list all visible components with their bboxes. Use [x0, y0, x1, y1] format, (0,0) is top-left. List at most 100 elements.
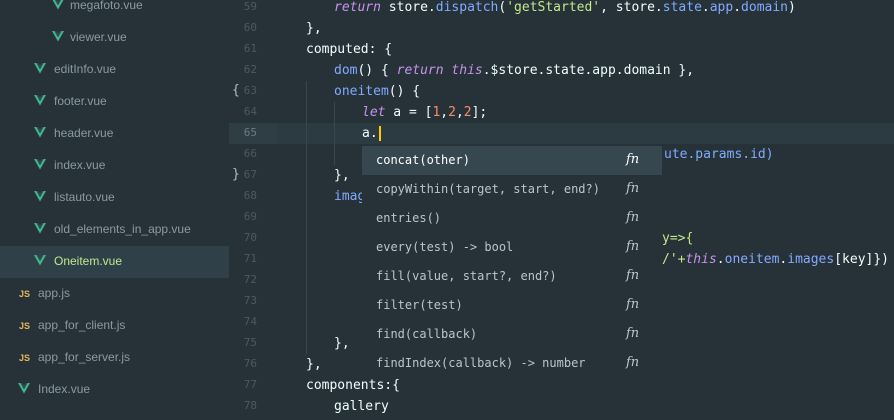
autocomplete-item[interactable]: concat(other) fn: [362, 146, 662, 175]
tree-item-label: old_elements_in_app.vue: [54, 222, 191, 236]
line-number: 78: [243, 399, 257, 412]
autocomplete-label: filter(test): [376, 298, 463, 312]
tree-item-label: footer.vue: [54, 94, 107, 108]
tree-item-footer[interactable]: footer.vue: [0, 86, 229, 118]
line-number: 66: [243, 147, 257, 160]
autocomplete-item[interactable]: filter(test) fn: [362, 291, 662, 320]
code-line-70-tail: y=>{: [662, 231, 694, 246]
editor-window: megafoto.vue viewer.vue editInfo.vue foo…: [0, 0, 894, 420]
line-number: 68: [243, 189, 257, 202]
line-number: 61: [243, 42, 257, 55]
vue-file-icon: [34, 95, 46, 106]
code-line-78: gallery: [334, 399, 389, 414]
vue-file-icon: [34, 159, 46, 170]
tree-item-header[interactable]: header.vue: [0, 118, 229, 150]
vue-file-icon: [34, 63, 46, 74]
tree-item-label: Oneitem.vue: [54, 254, 123, 268]
autocomplete-label: find(callback): [376, 327, 478, 341]
tree-item-index[interactable]: index.vue: [0, 150, 229, 182]
code-line-71-tail: /'+this.oneitem.images[key]}): [662, 252, 890, 267]
tree-item-app-for-server[interactable]: JS app_for_server.js: [0, 342, 229, 374]
code-line-61: computed: {: [306, 42, 393, 57]
autocomplete-item[interactable]: findIndex(callback) -> number fn: [362, 349, 662, 378]
line-number: 60: [243, 21, 257, 34]
autocomplete-label: concat(other): [376, 153, 470, 167]
code-line-60: },: [306, 21, 322, 36]
autocomplete-item[interactable]: entries() fn: [362, 204, 662, 233]
fold-marker-open[interactable]: {: [232, 83, 240, 98]
line-number: 69: [243, 210, 257, 223]
autocomplete-item[interactable]: every(test) -> bool fn: [362, 233, 662, 262]
tree-item-label: Index.vue: [38, 382, 91, 396]
tree-item-label: index.vue: [54, 158, 106, 172]
autocomplete-type: fn: [626, 239, 640, 254]
autocomplete-label: copyWithin(target, start, end?): [376, 182, 600, 196]
autocomplete-item[interactable]: copyWithin(target, start, end?) fn: [362, 175, 662, 204]
tree-item-label: listauto.vue: [54, 190, 115, 204]
js-file-icon: JS: [19, 289, 31, 299]
autocomplete-type: fn: [626, 297, 640, 312]
vue-file-icon: [52, 31, 64, 42]
code-line-62: dom() { return this.$store.state.app.dom…: [334, 63, 695, 78]
code-line-64: let a = [1,2,2];: [362, 105, 488, 120]
autocomplete-type: fn: [626, 268, 640, 283]
vue-file-icon: [34, 223, 46, 234]
autocomplete-popup[interactable]: concat(other) fn copyWithin(target, star…: [362, 146, 662, 378]
line-number: 72: [243, 273, 257, 286]
vue-file-icon: [34, 255, 46, 266]
tree-item-listauto[interactable]: listauto.vue: [0, 182, 229, 214]
vue-file-icon: [34, 127, 46, 138]
code-line-63: oneitem() {: [334, 84, 421, 99]
tree-item-app-for-client[interactable]: JS app_for_client.js: [0, 310, 229, 342]
tree-item-oneitem[interactable]: Oneitem.vue: [0, 246, 229, 278]
autocomplete-label: findIndex(callback) -> number: [376, 356, 586, 370]
indent-guide: [306, 81, 307, 354]
tree-item-label: app.js: [38, 286, 71, 300]
code-line-68: imag: [334, 189, 366, 204]
autocomplete-type: fn: [626, 355, 640, 370]
tree-item-label: megafoto.vue: [70, 0, 143, 12]
indent-guide: [334, 102, 335, 165]
line-number: 76: [243, 357, 257, 370]
autocomplete-type: fn: [626, 210, 640, 225]
tree-item-label: viewer.vue: [70, 30, 127, 44]
autocomplete-type: fn: [626, 152, 640, 167]
tree-item-index-vue[interactable]: Index.vue: [0, 374, 229, 406]
autocomplete-type: fn: [626, 326, 640, 341]
tree-item-editinfo[interactable]: editInfo.vue: [0, 54, 229, 86]
line-number: 64: [243, 105, 257, 118]
autocomplete-label: entries(): [376, 211, 442, 225]
line-number: 71: [243, 252, 257, 265]
code-line-76: },: [306, 357, 322, 372]
line-number-gutter: 59 60 61 62 63 64 65 66 67 68 69 70 71 7…: [229, 0, 277, 420]
tree-item-label: header.vue: [54, 126, 114, 140]
js-file-icon: JS: [19, 321, 31, 331]
tree-item-label: app_for_client.js: [38, 318, 126, 332]
file-tree-sidebar: megafoto.vue viewer.vue editInfo.vue foo…: [0, 0, 229, 420]
line-number: 59: [243, 0, 257, 13]
code-line-67: },: [334, 168, 350, 183]
code-line-75: },: [334, 336, 350, 351]
js-file-icon: JS: [19, 353, 31, 363]
tree-item-app-js[interactable]: JS app.js: [0, 278, 229, 310]
code-line-59: return store.dispatch('getStarted', stor…: [334, 0, 796, 15]
autocomplete-label: fill(value, start?, end?): [376, 269, 557, 283]
line-number: 70: [243, 231, 257, 244]
tree-item-label: editInfo.vue: [54, 62, 117, 76]
tree-item-label: app_for_server.js: [38, 350, 131, 364]
tree-item-viewer[interactable]: viewer.vue: [0, 22, 229, 54]
line-number-current: 65: [229, 123, 277, 144]
code-line-77: components:{: [306, 378, 400, 393]
line-number: 74: [243, 315, 257, 328]
vue-file-icon: [52, 0, 64, 10]
line-number: 73: [243, 294, 257, 307]
autocomplete-label: every(test) -> bool: [376, 240, 514, 254]
fold-marker-close[interactable]: }: [232, 167, 240, 182]
tree-item-megafoto[interactable]: megafoto.vue: [0, 0, 229, 22]
line-number: 77: [243, 378, 257, 391]
autocomplete-item[interactable]: fill(value, start?, end?) fn: [362, 262, 662, 291]
autocomplete-type: fn: [626, 181, 640, 196]
autocomplete-item[interactable]: find(callback) fn: [362, 320, 662, 349]
tree-item-old-elements[interactable]: old_elements_in_app.vue: [0, 214, 229, 246]
line-number: 75: [243, 336, 257, 349]
